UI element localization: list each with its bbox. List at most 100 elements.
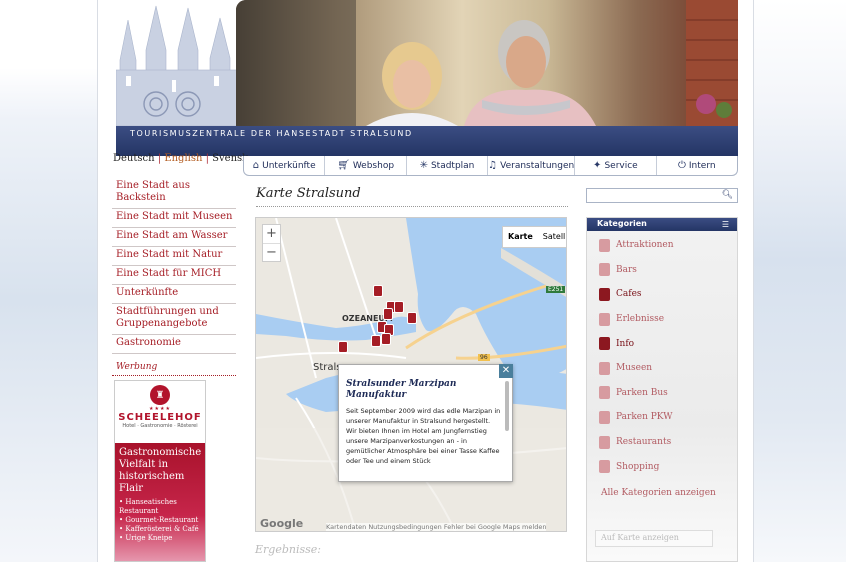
info-window-text: Seit September 2009 wird das edle Marzip… (346, 407, 501, 465)
category-label: Cafes (616, 289, 642, 300)
category-parken-pkw[interactable]: Parken PKW (587, 405, 737, 430)
header-photo (236, 0, 738, 126)
left-menu: Eine Stadt aus Backstein Eine Stadt mit … (112, 176, 236, 354)
nav-intern[interactable]: ⏻ Intern (657, 156, 737, 175)
map-pin[interactable] (373, 285, 383, 297)
map-type-satellit[interactable]: Satellit (538, 227, 566, 247)
menu-item-wasser[interactable]: Eine Stadt am Wasser (112, 228, 236, 247)
search-input[interactable]: 🔍︎ (586, 188, 738, 203)
category-bars[interactable]: Bars (587, 258, 737, 283)
category-info[interactable]: Info (587, 331, 737, 356)
nav-webshop[interactable]: 🛒︎ Webshop (325, 156, 407, 175)
nav-unterkuenfte[interactable]: ⌂ Unterkünfte (244, 156, 326, 175)
category-restaurants[interactable]: Restaurants (587, 430, 737, 455)
nav-label: Intern (688, 160, 716, 171)
power-icon: ⏻ (677, 160, 686, 171)
zoom-control: + − (262, 224, 281, 262)
show-all-categories-link[interactable]: Alle Kategorien anzeigen (587, 488, 737, 498)
google-logo: Google (260, 517, 304, 530)
nav-label: Veranstaltungen (500, 160, 575, 171)
cart-icon: 🛒︎ (337, 160, 350, 171)
pin-icon (599, 386, 610, 400)
nav-label: Webshop (352, 160, 395, 171)
menu-item-backstein[interactable]: Eine Stadt aus Backstein (112, 178, 236, 209)
map-type-karte[interactable]: Karte (503, 227, 538, 247)
pin-icon (599, 312, 610, 326)
category-label: Info (616, 338, 635, 349)
map-info-window: ✕ Stralsunder Marzipan Manufaktur Seit S… (338, 364, 513, 482)
map-pin[interactable] (381, 333, 391, 345)
ad-bullet: • Hanseatisches Restaurant (119, 498, 177, 515)
map-pin[interactable] (407, 312, 417, 324)
pin-icon (599, 460, 610, 474)
ad-subtitle: Hotel · Gastronomie · Rösterei (122, 423, 198, 429)
category-erlebnisse[interactable]: Erlebnisse (587, 307, 737, 332)
language-switcher: Deutsch | English | Svensk (113, 153, 249, 164)
nav-label: Stadtplan (430, 160, 475, 171)
house-icon: ⌂ (252, 160, 260, 171)
map-pin[interactable] (371, 335, 381, 347)
nav-service[interactable]: ✦ Service (575, 156, 657, 175)
category-cafes[interactable]: Cafes (587, 282, 737, 307)
close-icon[interactable]: ✕ (499, 364, 513, 378)
category-label: Shopping (616, 461, 660, 472)
pin-icon (599, 410, 610, 424)
ad-bullet: • Kafferösterei & Café (119, 525, 199, 533)
map-type-control: Karte Satellit (502, 226, 566, 248)
category-museen[interactable]: Museen (587, 356, 737, 381)
category-label: Parken Bus (616, 387, 668, 398)
address-input[interactable]: Auf Karte anzeigen (595, 530, 713, 547)
ad-headline: Gastronomische Vielfalt in historischem … (119, 447, 202, 494)
ad-top: ♜ ★★★★ SCHEELEHOF Hotel · Gastronomie · … (115, 381, 205, 443)
pin-icon (599, 287, 610, 301)
category-attraktionen[interactable]: Attraktionen (587, 233, 737, 258)
background-left (0, 0, 97, 562)
ad-bullet: • Urige Kneipe (119, 534, 173, 542)
categories-panel: Kategorien ☰ Attraktionen Bars Cafes Erl… (586, 217, 738, 562)
grid-icon[interactable]: ☰ (722, 220, 729, 229)
menu-item-natur[interactable]: Eine Stadt mit Natur (112, 247, 236, 266)
menu-item-gastronomie[interactable]: Gastronomie (112, 335, 236, 354)
pin-icon (599, 337, 610, 351)
category-parken-bus[interactable]: Parken Bus (587, 381, 737, 406)
nav-veranstaltungen[interactable]: ♫ Veranstaltungen (488, 156, 576, 175)
title-divider (256, 206, 568, 207)
star-icon: ✦ (593, 160, 602, 171)
scheelehof-ad[interactable]: ♜ ★★★★ SCHEELEHOF Hotel · Gastronomie · … (114, 380, 206, 562)
categories-title: Kategorien (597, 219, 647, 228)
nav-label: Unterkünfte (262, 160, 316, 171)
page-title: Karte Stralsund (256, 186, 361, 201)
info-window-title: Stralsunder Marzipan Manufaktur (346, 379, 457, 400)
language-deutsch[interactable]: Deutsch (113, 153, 155, 164)
search-icon[interactable]: 🔍︎ (722, 190, 733, 200)
category-label: Museen (616, 363, 653, 374)
category-shopping[interactable]: Shopping (587, 454, 737, 479)
pin-icon (599, 263, 610, 277)
crest-icon: ♜ (150, 385, 170, 405)
header-banner: TOURISMUSZENTRALE DER HANSESTADT STRALSU… (116, 126, 738, 156)
language-english[interactable]: English (164, 153, 202, 164)
pin-icon (599, 435, 610, 449)
ad-bullets: • Hanseatisches Restaurant • Gourmet-Res… (119, 498, 201, 543)
map-pin[interactable] (394, 301, 404, 313)
map-pin[interactable] (383, 308, 393, 320)
zoom-in-button[interactable]: + (263, 225, 280, 244)
menu-item-fuer-mich[interactable]: Eine Stadt für MICH (112, 266, 236, 285)
menu-item-museen[interactable]: Eine Stadt mit Museen (112, 209, 236, 228)
zoom-out-button[interactable]: − (263, 244, 280, 262)
results-heading: Ergebnisse: (255, 543, 321, 556)
ad-label: Werbung (112, 362, 236, 376)
nav-stadtplan[interactable]: ✳ Stadtplan (407, 156, 489, 175)
pin-icon (599, 238, 610, 252)
compass-icon: ✳ (419, 160, 428, 171)
info-window-scrollbar[interactable] (505, 381, 509, 431)
map-attribution[interactable]: Kartendaten Nutzungsbedingungen Fehler b… (326, 523, 547, 531)
town-hall-logo[interactable] (116, 0, 238, 126)
banner-text: TOURISMUSZENTRALE DER HANSESTADT STRALSU… (130, 129, 413, 138)
ad-bullet: • Gourmet-Restaurant (119, 516, 199, 524)
google-map[interactable]: + − Karte Satellit OZEANEUM Strals E251 … (255, 217, 567, 532)
category-label: Restaurants (616, 437, 672, 448)
map-pin[interactable] (338, 341, 348, 353)
menu-item-stadtfuehrungen[interactable]: Stadtführungen und Gruppenangebote (112, 304, 236, 335)
menu-item-unterkuenfte[interactable]: Unterkünfte (112, 285, 236, 304)
